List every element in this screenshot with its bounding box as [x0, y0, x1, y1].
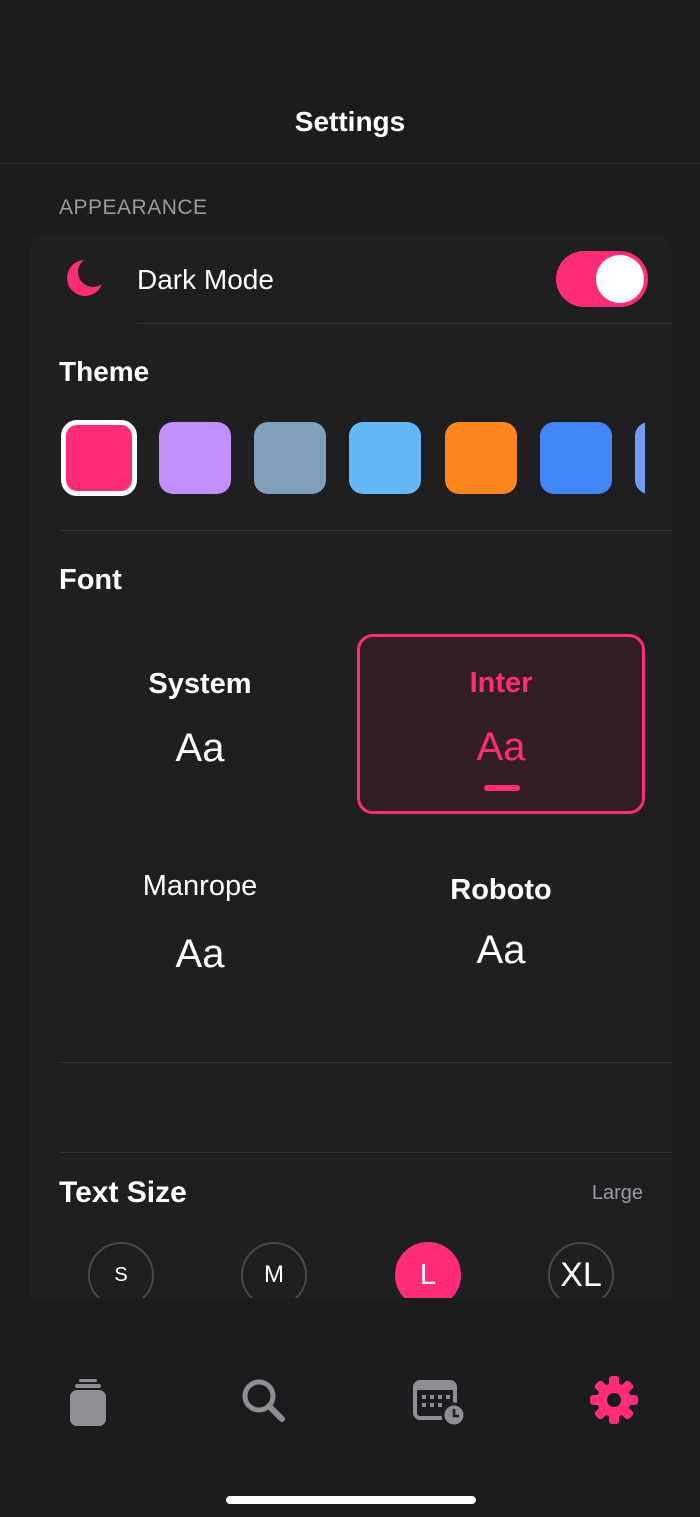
gear-icon[interactable]	[584, 1370, 644, 1430]
theme-swatch-slate[interactable]	[254, 422, 326, 494]
moon-icon	[67, 260, 102, 296]
dark-mode-row[interactable]: Dark Mode	[30, 234, 672, 324]
text-size-l-button[interactable]: L	[395, 1242, 461, 1298]
calendar-clock-icon[interactable]	[408, 1370, 468, 1430]
section-label-appearance: APPEARANCE	[59, 196, 208, 219]
nav-header: Settings	[0, 0, 700, 164]
divider	[137, 323, 672, 324]
font-option-sample: Aa	[476, 928, 526, 972]
font-option-sample: Aa	[175, 726, 225, 770]
font-option-name: Roboto	[450, 874, 552, 906]
theme-swatches	[61, 420, 645, 496]
font-option-sample: Aa	[175, 932, 225, 976]
divider	[59, 1152, 672, 1153]
theme-swatch-lavender[interactable]	[159, 422, 231, 494]
text-size-value: Large	[591, 1182, 643, 1204]
dark-mode-label: Dark Mode	[137, 264, 274, 295]
text-size-xl-button[interactable]: XL	[548, 1242, 614, 1298]
selected-indicator	[484, 785, 520, 791]
theme-swatch-sky[interactable]	[349, 422, 421, 494]
tab-bar	[0, 1298, 700, 1517]
font-option-roboto[interactable]: Roboto Aa	[357, 840, 645, 1020]
divider	[59, 1062, 672, 1063]
theme-title: Theme	[59, 356, 150, 387]
divider	[59, 530, 672, 531]
theme-swatch-orange[interactable]	[445, 422, 517, 494]
theme-swatch-periwinkle[interactable]	[635, 422, 645, 494]
toggle-knob	[596, 255, 644, 303]
font-option-name: System	[148, 668, 252, 700]
font-option-system[interactable]: System Aa	[56, 634, 344, 814]
font-option-manrope[interactable]: Manrope Aa	[56, 840, 344, 1020]
theme-swatch-pink[interactable]	[61, 420, 137, 496]
text-size-m-button[interactable]: M	[241, 1242, 307, 1298]
font-option-name: Inter	[469, 667, 533, 699]
appearance-card: Dark Mode Theme Font System Aa Inter Aa …	[30, 234, 672, 1298]
home-indicator	[226, 1496, 476, 1504]
dark-mode-toggle[interactable]	[556, 251, 648, 307]
theme-swatch-blue[interactable]	[540, 422, 612, 494]
text-size-title: Text Size	[59, 1176, 187, 1209]
text-size-s-button[interactable]: S	[88, 1242, 154, 1298]
font-option-name: Manrope	[142, 870, 258, 902]
stack-icon[interactable]	[58, 1370, 118, 1430]
page-title: Settings	[294, 106, 406, 137]
font-option-sample: Aa	[476, 725, 526, 769]
font-option-inter[interactable]: Inter Aa	[357, 634, 645, 814]
search-icon[interactable]	[233, 1370, 293, 1430]
font-title: Font	[59, 564, 122, 596]
